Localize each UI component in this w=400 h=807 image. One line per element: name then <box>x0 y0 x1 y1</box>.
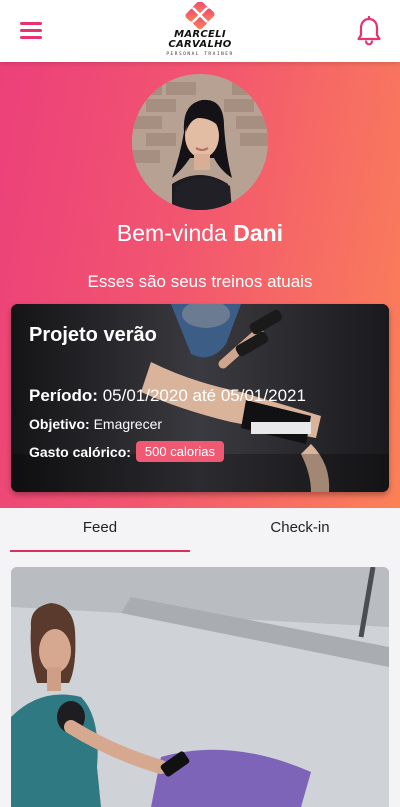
dumbbell-logo-icon <box>185 2 215 30</box>
period-value: 05/01/2020 até 05/01/2021 <box>102 386 306 405</box>
profile-photo <box>132 74 268 210</box>
bell-icon[interactable] <box>356 16 382 46</box>
period-label: Período: <box>29 386 98 405</box>
feed-post-photo <box>11 567 389 807</box>
workout-title: Projeto verão <box>29 324 157 346</box>
welcome-heading: Bem-vinda Dani <box>0 220 400 247</box>
user-avatar[interactable] <box>132 74 268 210</box>
workout-calories: Gasto calórico: 500 calorias <box>29 441 225 462</box>
calories-badge: 500 calorias <box>135 441 225 462</box>
logo-line-2: CARVALHO <box>168 39 232 50</box>
workout-period: Período: 05/01/2020 até 05/01/2021 <box>29 386 306 406</box>
workout-goal: Objetivo: Emagrecer <box>29 416 162 432</box>
calories-label: Gasto calórico: <box>29 443 131 460</box>
greeting-prefix: Bem-vinda <box>116 220 234 246</box>
logo-tagline: PERSONAL TRAINER <box>166 52 234 57</box>
welcome-hero: Bem-vinda Dani Esses são seus treinos at… <box>0 62 400 508</box>
tab-feed[interactable]: Feed <box>10 508 190 552</box>
current-workouts-subtitle: Esses são seus treinos atuais <box>87 272 313 291</box>
goal-label: Objetivo: <box>29 416 90 432</box>
workout-card[interactable]: Projeto verão Período: 05/01/2020 até 05… <box>11 304 389 492</box>
user-name: Dani <box>233 220 284 246</box>
tab-check-in[interactable]: Check-in <box>210 508 390 552</box>
goal-value: Emagrecer <box>93 416 163 432</box>
feed-tabs: Feed Check-in <box>0 508 400 552</box>
brand-logo: MARCELI CARVALHO PERSONAL TRAINER <box>160 2 240 60</box>
hamburger-menu-icon[interactable] <box>20 22 42 39</box>
app-header: MARCELI CARVALHO PERSONAL TRAINER <box>0 0 400 62</box>
feed-post[interactable] <box>11 567 389 807</box>
